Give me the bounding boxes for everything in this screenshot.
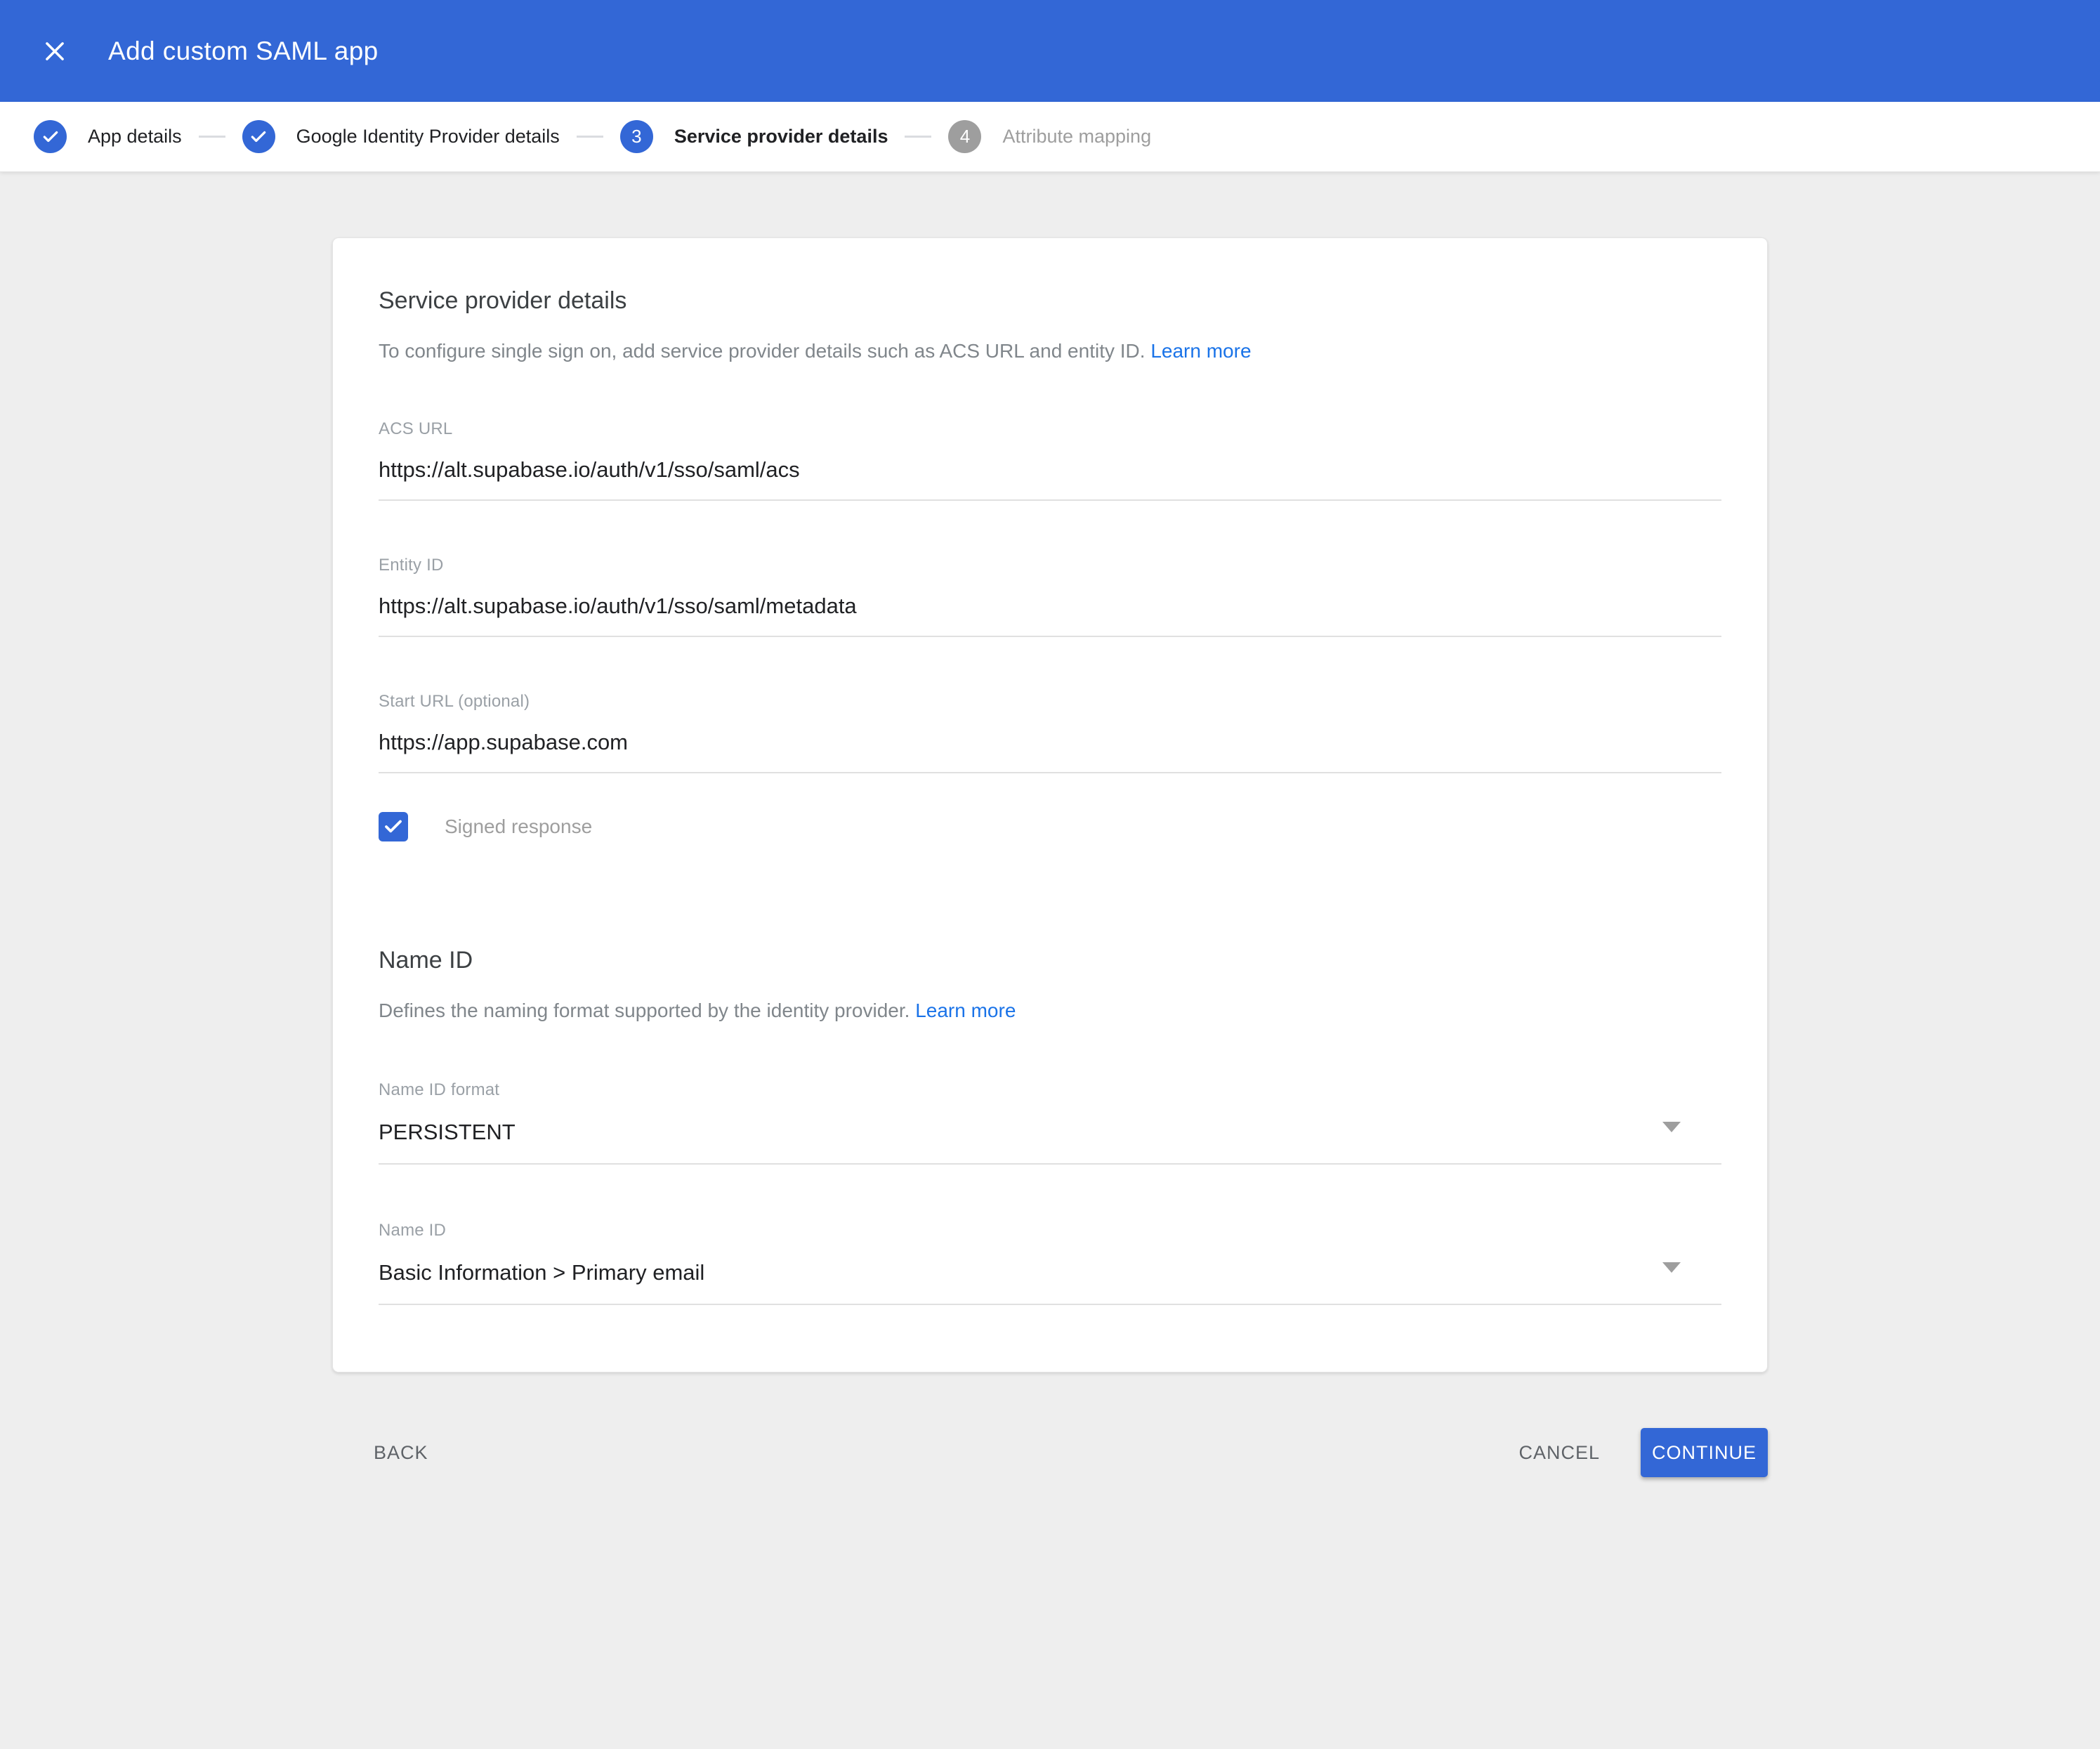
signed-response-checkbox-row[interactable]: Signed response [379, 812, 1721, 841]
wizard-footer: BACK CANCEL CONTINUE [332, 1428, 1768, 1477]
signed-response-label: Signed response [445, 815, 592, 838]
learn-more-link[interactable]: Learn more [915, 1000, 1016, 1021]
step-separator [905, 136, 931, 138]
step-google-idp-details[interactable]: Google Identity Provider details [242, 120, 560, 153]
dialog-header: Add custom SAML app [0, 0, 2100, 102]
step-label: Attribute mapping [1002, 126, 1151, 148]
step-app-details[interactable]: App details [34, 120, 182, 153]
chevron-down-icon [1662, 1122, 1681, 1132]
dialog-title: Add custom SAML app [108, 37, 379, 66]
start-url-label: Start URL (optional) [379, 692, 1721, 712]
step-complete-check-icon [34, 120, 67, 153]
acs-url-field-group: ACS URL [379, 419, 1721, 501]
name-id-select[interactable]: Name ID Basic Information > Primary emai… [379, 1221, 1721, 1305]
step-complete-check-icon [242, 120, 275, 153]
name-id-value: Basic Information > Primary email [379, 1260, 1721, 1305]
step-number-badge: 4 [948, 120, 981, 153]
entity-id-field-group: Entity ID [379, 556, 1721, 637]
description-text: Defines the naming format supported by t… [379, 1000, 910, 1021]
wizard-stepper: App details Google Identity Provider det… [0, 102, 2100, 172]
start-url-input[interactable] [379, 730, 1721, 773]
section-description: Defines the naming format supported by t… [379, 997, 1721, 1024]
entity-id-label: Entity ID [379, 556, 1721, 575]
step-separator [577, 136, 603, 138]
name-id-format-select[interactable]: Name ID format PERSISTENT [379, 1080, 1721, 1165]
acs-url-input[interactable] [379, 457, 1721, 501]
chevron-down-icon [1662, 1262, 1681, 1273]
service-provider-card: Service provider details To configure si… [332, 237, 1768, 1373]
step-service-provider-details[interactable]: 3 Service provider details [620, 120, 888, 153]
entity-id-input[interactable] [379, 594, 1721, 637]
start-url-field-group: Start URL (optional) [379, 692, 1721, 773]
learn-more-link[interactable]: Learn more [1150, 340, 1251, 362]
cancel-button[interactable]: CANCEL [1511, 1429, 1607, 1476]
back-button[interactable]: BACK [367, 1429, 435, 1476]
continue-button[interactable]: CONTINUE [1641, 1428, 1768, 1477]
name-id-format-label: Name ID format [379, 1080, 1721, 1100]
checkbox-checked-icon[interactable] [379, 812, 408, 841]
acs-url-label: ACS URL [379, 419, 1721, 439]
description-text: To configure single sign on, add service… [379, 340, 1146, 362]
close-icon[interactable] [34, 30, 76, 72]
step-label: Google Identity Provider details [296, 126, 560, 148]
section-heading-service-provider: Service provider details [379, 287, 1721, 315]
name-id-label: Name ID [379, 1221, 1721, 1240]
step-label: Service provider details [674, 126, 888, 148]
step-number-badge: 3 [620, 120, 653, 153]
section-heading-name-id: Name ID [379, 947, 1721, 974]
section-description: To configure single sign on, add service… [379, 337, 1721, 365]
step-attribute-mapping[interactable]: 4 Attribute mapping [948, 120, 1151, 153]
step-label: App details [88, 126, 182, 148]
step-separator [199, 136, 225, 138]
name-id-format-value: PERSISTENT [379, 1120, 1721, 1165]
